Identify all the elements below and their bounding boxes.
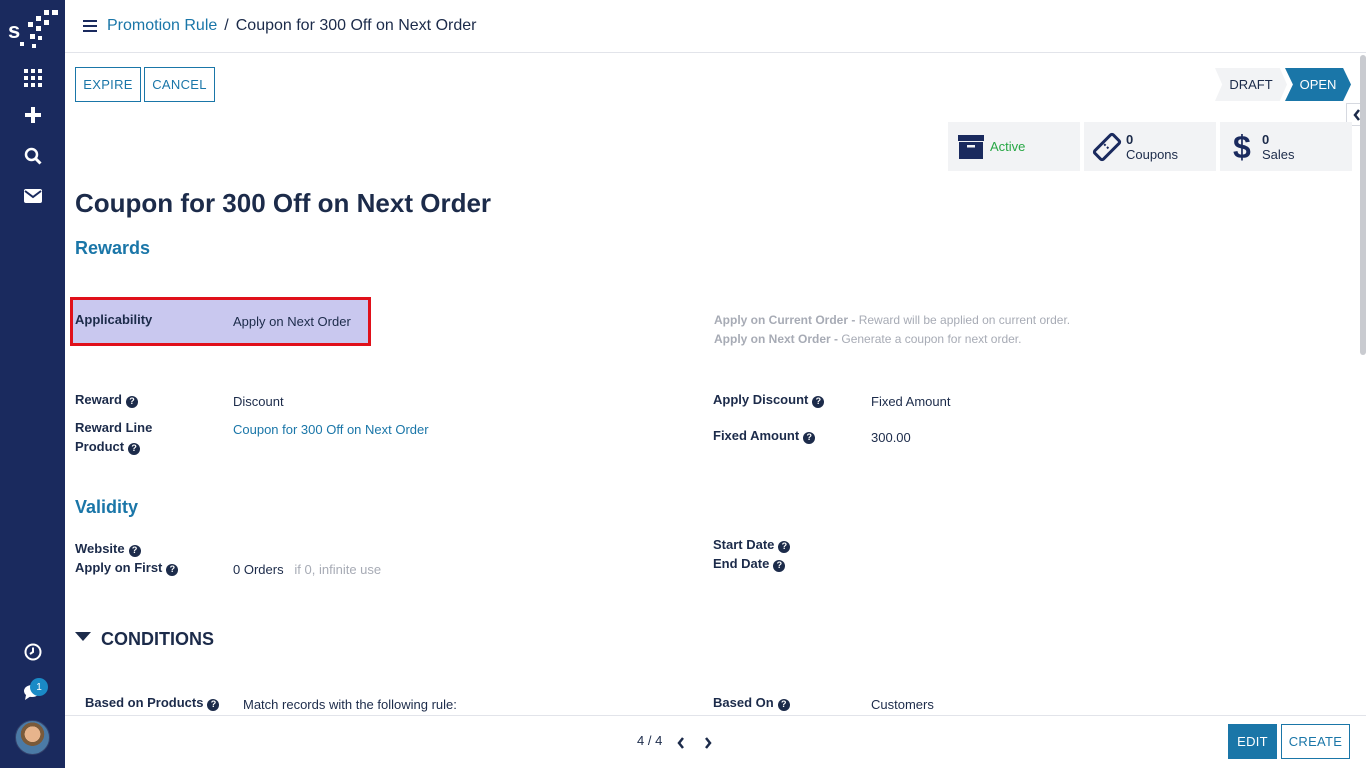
ticket-icon [1088,132,1126,162]
help-icon[interactable]: ? [128,442,141,455]
reward-label: Reward? [75,390,138,409]
help-icon[interactable]: ? [777,698,790,711]
top-bar: Promotion Rule / Coupon for 300 Off on N… [65,0,1366,53]
edit-button[interactable]: EDIT [1228,724,1277,759]
coupons-count: 0 [1126,131,1134,147]
hint-next-text: Generate a coupon for next order. [841,332,1022,346]
fixed-amount-label: Fixed Amount? [713,426,816,445]
status-draft[interactable]: DRAFT [1215,68,1287,101]
apply-on-first-hint: if 0, infinite use [294,562,382,577]
help-icon[interactable]: ? [128,544,141,557]
start-date-label: Start Date? [713,535,791,554]
conditions-section-toggle[interactable]: CONDITIONS [75,629,214,650]
chevron-right-icon[interactable] [698,733,718,753]
help-icon[interactable]: ? [812,395,825,408]
applicability-label: Applicability [75,312,153,327]
based-on-label: Based On? [713,693,790,712]
app-logo[interactable]: s [8,8,60,52]
apply-on-first-label: Apply on First? [75,558,179,577]
cancel-button[interactable]: CANCEL [144,67,215,102]
sales-label: Sales [1262,146,1295,162]
pager-text: 4 / 4 [637,733,663,748]
active-label: Active [990,139,1026,154]
menu-toggle-icon[interactable] [83,20,97,32]
breadcrumb-current: Coupon for 300 Off on Next Order [235,17,477,34]
hint-current-order: Apply on Current Order - Reward will be … [714,313,1070,327]
svg-text:s: s [8,18,20,43]
help-icon[interactable]: ? [166,563,179,576]
sidebar: s 1 [0,0,65,768]
hint-next-bold: Apply on Next Order - [714,332,842,346]
expire-button[interactable]: EXPIRE [75,67,141,102]
apply-on-first-value: 0 Orders if 0, infinite use [233,562,382,577]
dollar-icon: $ [1224,131,1262,163]
based-on-products-label: Based on Products? [85,693,220,712]
validity-section-title: Validity [75,497,139,517]
help-icon[interactable]: ? [207,698,220,711]
coupons-label: Coupons [1126,146,1179,162]
search-icon[interactable] [0,138,65,174]
reward-value: Discount [233,394,284,409]
hint-current-bold: Apply on Current Order - [714,313,859,327]
status-open[interactable]: OPEN [1285,68,1351,101]
reward-line-product-label: Reward Line Product? [75,420,153,455]
based-on-value: Customers [871,697,934,712]
chat-count-badge: 1 [30,678,48,696]
svg-text:$: $ [1233,131,1251,163]
create-button[interactable]: CREATE [1281,724,1350,759]
breadcrumb-separator: / [224,17,229,34]
apply-discount-label: Apply Discount? [713,390,825,409]
help-icon[interactable]: ? [778,540,791,553]
coupons-smart-button[interactable]: 0 Coupons [1084,122,1216,171]
plus-icon[interactable] [0,97,65,133]
help-icon[interactable]: ? [773,559,786,572]
rewards-section-title: Rewards [75,238,151,258]
hint-current-text: Reward will be applied on current order. [858,313,1071,327]
footer-bar: 4 / 4 EDIT CREATE [65,715,1366,768]
website-label: Website? [75,539,141,558]
archive-icon [952,134,990,160]
applicability-value[interactable]: Apply on Next Order [233,314,351,329]
mail-icon[interactable] [0,178,65,214]
help-icon[interactable]: ? [125,395,138,408]
avatar[interactable] [15,720,50,755]
clock-icon[interactable] [0,634,65,670]
active-smart-button[interactable]: Active [948,122,1080,171]
apps-grid-icon[interactable] [0,60,65,96]
help-icon[interactable]: ? [803,431,816,444]
breadcrumb-parent[interactable]: Promotion Rule [107,17,217,35]
chevron-left-icon[interactable] [671,733,691,753]
based-on-products-value: Match records with the following rule: [243,697,457,712]
sales-count: 0 [1262,131,1270,147]
sales-smart-button[interactable]: $ 0 Sales [1220,122,1352,171]
hint-next-order: Apply on Next Order - Generate a coupon … [714,332,1021,346]
reward-line-product-link[interactable]: Coupon for 300 Off on Next Order [233,422,429,437]
caret-down-icon [75,632,91,641]
end-date-label: End Date? [713,554,786,573]
fixed-amount-value: 300.00 [871,430,911,445]
scrollbar[interactable] [1360,55,1366,355]
apply-discount-value: Fixed Amount [871,394,951,409]
record-title: Coupon for 300 Off on Next Order [75,188,492,218]
